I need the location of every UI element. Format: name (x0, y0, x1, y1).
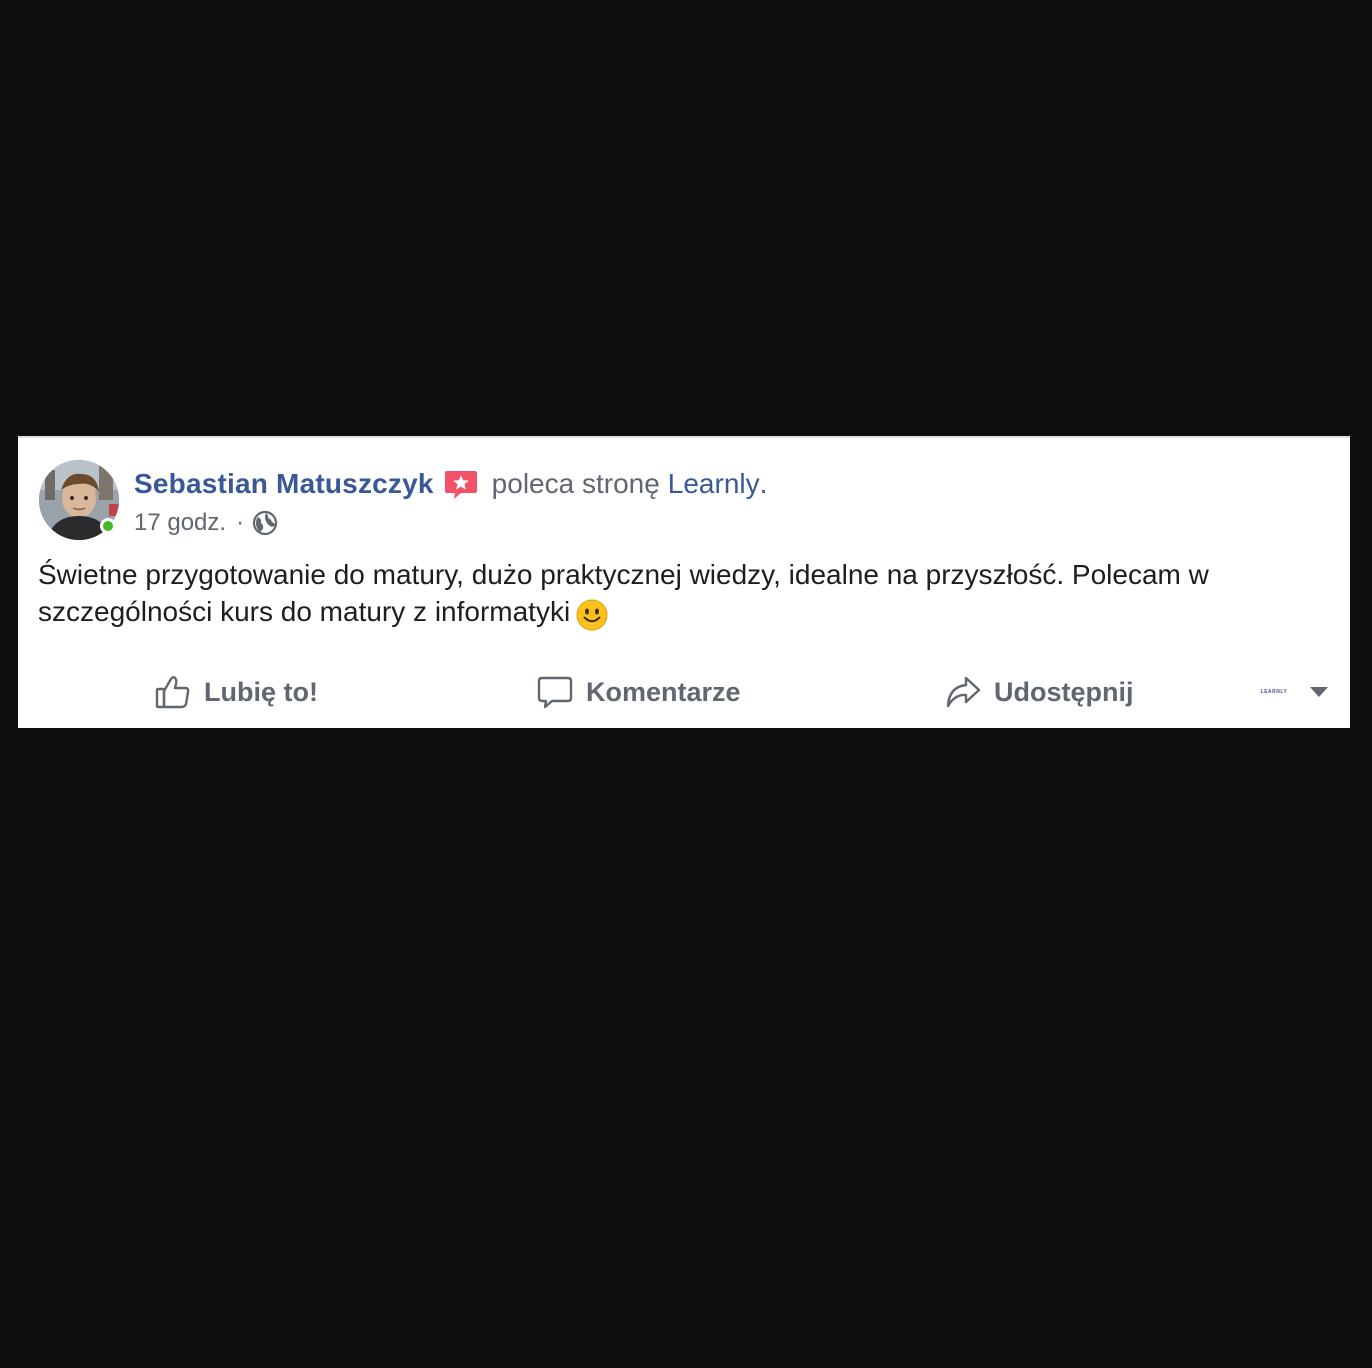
recommendation-post: Sebastian Matuszczyk poleca stronę Learn… (18, 436, 1350, 728)
post-body: Świetne przygotowanie do matury, dużo pr… (38, 556, 1328, 631)
post-body-text: Świetne przygotowanie do matury, dużo pr… (38, 559, 1209, 627)
comment-label: Komentarze (586, 676, 741, 707)
share-label: Udostępnij (994, 676, 1134, 707)
author-name-link[interactable]: Sebastian Matuszczyk (134, 468, 434, 500)
chevron-down-icon (1310, 687, 1328, 697)
recommends-text: poleca stronę (491, 468, 660, 499)
globe-icon[interactable] (252, 510, 278, 536)
comment-button[interactable]: Komentarze (536, 666, 741, 718)
like-label: Lubię to! (204, 676, 318, 707)
share-arrow-icon (946, 676, 981, 708)
post-meta: 17 godz. · (134, 506, 278, 540)
post-header: Sebastian Matuszczyk poleca stronę Learn… (134, 464, 767, 504)
comment-bubble-icon (537, 676, 573, 709)
meta-separator: · (236, 509, 245, 536)
page-logo-mini: LEARNLY (1260, 689, 1288, 695)
post-actions-bar: Lubię to! Komentarze Udostępnij LEARNLY (18, 666, 1350, 718)
smiley-face-icon (576, 599, 608, 631)
post-timestamp[interactable]: 17 godz. (134, 509, 226, 537)
thumbs-up-icon (155, 676, 190, 709)
like-button[interactable]: Lubię to! (154, 666, 318, 718)
share-button[interactable]: Udostępnij (944, 666, 1134, 718)
page-name-period: . (759, 468, 768, 499)
page-selector-dropdown[interactable]: LEARNLY (1254, 678, 1328, 706)
online-status-indicator (100, 518, 116, 534)
recommend-star-icon (444, 471, 477, 499)
page-name-link[interactable]: Learnly (668, 468, 760, 500)
